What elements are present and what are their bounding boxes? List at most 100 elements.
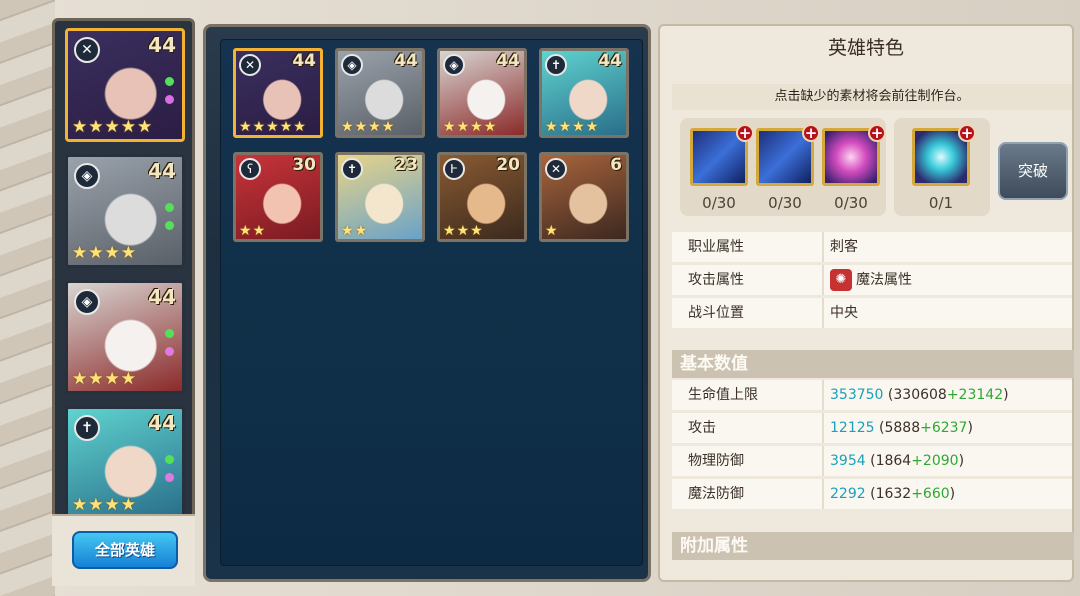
gem-indicator <box>165 203 174 212</box>
hero-card[interactable]: ✕ 44 ★ ★ ★ ★ ★ <box>233 48 323 138</box>
assassin-icon: ✕ <box>545 158 567 180</box>
stat-label: 攻击 <box>688 420 716 436</box>
material-count: 0/1 <box>928 194 954 212</box>
star-icon: ★ <box>137 117 153 137</box>
star-icon: ★ <box>88 495 104 515</box>
star-icon: ★ <box>88 117 104 137</box>
add-material-icon[interactable]: + <box>958 124 976 142</box>
stat-row: 物理防御 3954 (1864+2090) <box>672 446 1072 476</box>
star-rating: ★ ★ ★ ★ <box>72 497 136 514</box>
star-rating: ★ ★ ★ ★ <box>72 371 136 388</box>
row-divider <box>822 298 824 328</box>
attribute-value: ✺ 魔法属性 <box>830 265 912 295</box>
star-icon: ★ <box>266 119 279 135</box>
hero-card[interactable]: ◈ 44 ★ ★ ★ ★ <box>437 48 527 138</box>
add-material-icon[interactable]: + <box>868 124 886 142</box>
star-rating: ★ ★ ★ ★ <box>72 245 136 262</box>
stat-total: 353750 <box>830 387 884 403</box>
star-icon: ★ <box>456 223 470 239</box>
star-icon: ★ <box>572 119 585 135</box>
star-icon: ★ <box>239 223 252 239</box>
shield-icon: ◈ <box>341 54 363 76</box>
gem-indicator <box>165 347 174 356</box>
star-icon: ★ <box>368 119 381 135</box>
hero-grid[interactable]: ✕ 44 ★ ★ ★ ★ ★ ◈ 44 ★ ★ ★ ★ ◈ 44 ★ ★ ★ ★ ✝ 44 ★ ★ ★ ★ ʕ 30 ★ ★ ✝ 23 ★ ★ Ⱶ… <box>220 39 643 566</box>
extra-attributes-header[interactable]: 附加属性 <box>672 532 1074 560</box>
hero-card[interactable]: ◈ 44 ★ ★ ★ ★ <box>335 48 425 138</box>
material-count: 0/30 <box>768 194 802 212</box>
star-rating: ★ ★ ★ <box>443 224 483 238</box>
star-icon: ★ <box>443 119 456 135</box>
star-icon: ★ <box>239 119 252 135</box>
hero-level: 44 <box>148 411 176 435</box>
hero-card[interactable]: ✝ 23 ★ ★ <box>335 152 425 242</box>
star-icon: ★ <box>443 223 456 239</box>
star-icon: ★ <box>72 117 88 137</box>
add-material-icon[interactable]: + <box>736 124 754 142</box>
gem-indicator <box>165 77 174 86</box>
hero-card[interactable]: ✝ 44 ★ ★ ★ ★ <box>65 406 185 520</box>
attribute-label: 攻击属性 <box>688 272 744 288</box>
star-icon: ★ <box>72 243 88 263</box>
star-icon: ★ <box>120 117 136 137</box>
break-button[interactable]: 突破 <box>998 142 1068 200</box>
hero-card[interactable]: Ⱶ 20 ★ ★ ★ <box>437 152 527 242</box>
hero-grid-panel: ✕ 44 ★ ★ ★ ★ ★ ◈ 44 ★ ★ ★ ★ ◈ 44 ★ ★ ★ ★ ✝ 44 ★ ★ ★ ★ ʕ 30 ★ ★ ✝ 23 ★ ★ Ⱶ… <box>203 24 651 582</box>
row-divider <box>822 413 824 443</box>
hero-level: 20 <box>496 155 520 175</box>
shield-icon: ◈ <box>443 54 465 76</box>
row-divider <box>822 232 824 262</box>
stat-bonus: +6237 <box>920 420 968 436</box>
stat-value: 2292 (1632+660) <box>830 486 956 502</box>
star-rating: ★ ★ ★ ★ ★ <box>239 120 306 134</box>
shield-icon: ◈ <box>74 289 100 315</box>
star-icon: ★ <box>120 495 136 515</box>
hero-card[interactable]: ✕ 44 ★ ★ ★ ★ ★ <box>65 28 185 142</box>
star-icon: ★ <box>545 223 558 239</box>
star-icon: ★ <box>354 223 368 239</box>
hero-level: 30 <box>292 155 316 175</box>
attribute-label: 战斗位置 <box>688 305 744 321</box>
magic-attribute-icon: ✺ <box>830 269 852 291</box>
all-heroes-button[interactable]: 全部英雄 <box>72 531 178 569</box>
gem-indicator <box>165 95 174 104</box>
attribute-label: 职业属性 <box>688 239 744 255</box>
hero-side-list[interactable]: ✕ 44 ★ ★ ★ ★ ★ ◈ 44 ★ ★ ★ ★ ◈ 44 ★ ★ ★ ★ ✝ 44 ★ ★ ★ ★ <box>52 18 195 584</box>
star-rating: ★ ★ ★ ★ <box>443 120 496 134</box>
hero-card[interactable]: ◈ 44 ★ ★ ★ ★ <box>65 280 185 394</box>
hero-card[interactable]: ◈ 44 ★ ★ ★ ★ <box>65 154 185 268</box>
star-icon: ★ <box>354 119 368 135</box>
stat-value: 353750 (330608+23142) <box>830 387 1009 403</box>
star-icon: ★ <box>456 119 470 135</box>
star-icon: ★ <box>252 223 266 239</box>
stat-base: 5888 <box>884 420 921 436</box>
stat-label: 生命值上限 <box>688 387 758 403</box>
hero-card[interactable]: ✕ 6 ★ <box>539 152 629 242</box>
hero-card[interactable]: ✝ 44 ★ ★ ★ ★ <box>539 48 629 138</box>
star-rating: ★ ★ ★ ★ <box>341 120 394 134</box>
hero-side-list-inner: ✕ 44 ★ ★ ★ ★ ★ ◈ 44 ★ ★ ★ ★ ◈ 44 ★ ★ ★ ★ ✝ 44 ★ ★ ★ ★ <box>59 25 188 523</box>
attribute-row: 战斗位置 中央 <box>672 298 1072 328</box>
gem-indicator <box>165 455 174 464</box>
panel-title: 英雄特色 <box>827 37 904 59</box>
stat-row: 生命值上限 353750 (330608+23142) <box>672 380 1072 410</box>
stat-label: 物理防御 <box>688 453 744 469</box>
hero-card[interactable]: ʕ 30 ★ ★ <box>233 152 323 242</box>
material-count: 0/30 <box>702 194 736 212</box>
hero-level: 44 <box>148 33 176 57</box>
staff-icon: ʕ <box>239 158 261 180</box>
stat-total: 3954 <box>830 453 866 469</box>
star-icon: ★ <box>341 119 354 135</box>
attribute-value-text: 中央 <box>830 305 858 321</box>
attribute-value-text: 刺客 <box>830 239 858 255</box>
row-divider <box>822 446 824 476</box>
hero-level: 44 <box>394 51 418 71</box>
basic-stats-header: 基本数值 <box>672 350 1074 378</box>
add-material-icon[interactable]: + <box>802 124 820 142</box>
material-hint: 点击缺少的素材将会前往制作台。 <box>672 84 1072 110</box>
shield-icon: ◈ <box>74 163 100 189</box>
star-rating: ★ ★ <box>341 224 367 238</box>
stat-total: 2292 <box>830 486 866 502</box>
left-ornament <box>0 0 55 596</box>
gem-indicator <box>165 329 174 338</box>
